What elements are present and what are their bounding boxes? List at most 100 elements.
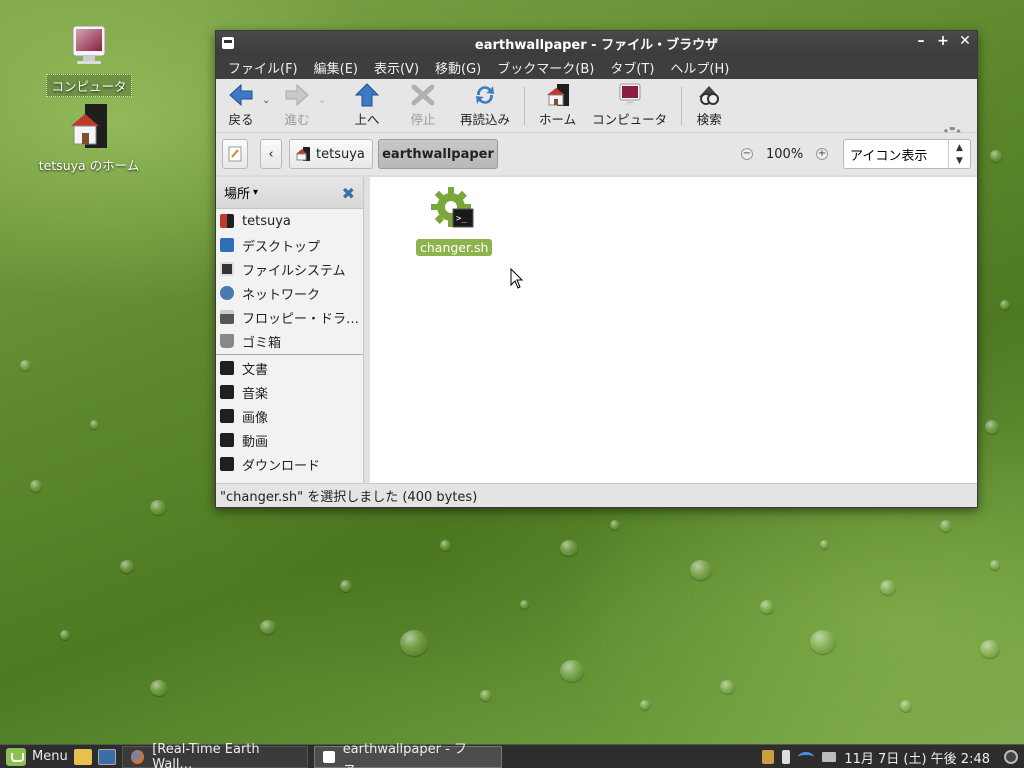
- sidebar-item-documents[interactable]: 文書: [216, 356, 363, 380]
- menu-bar: ファイル(F) 編集(E) 表示(V) 移動(G) ブックマーク(B) タブ(T…: [216, 55, 977, 79]
- task-label: [Real-Time Earth Wall…: [152, 741, 260, 768]
- mouse-pointer-icon: [510, 268, 524, 289]
- sidebar-item-label: tetsuya: [242, 213, 291, 229]
- network-icon: [220, 286, 234, 300]
- sidebar-item-downloads[interactable]: ダウンロード: [216, 452, 363, 476]
- menu-label: Menu: [32, 749, 68, 764]
- task-firefox[interactable]: [Real-Time Earth Wall…: [121, 742, 308, 768]
- desktop-icon-label: tetsuya のホーム: [38, 158, 140, 173]
- svg-text:>_: >_: [456, 214, 467, 224]
- zoom-in-button[interactable]: +: [816, 148, 828, 160]
- forward-history-dropdown[interactable]: ⌄: [318, 95, 332, 106]
- zoom-out-button[interactable]: −: [741, 148, 753, 160]
- sidebar-item-trash[interactable]: ゴミ箱: [216, 329, 363, 353]
- path-button-tetsuya[interactable]: tetsuya: [289, 139, 373, 169]
- sidebar-item-label: ダウンロード: [242, 458, 321, 474]
- search-button[interactable]: 検索: [688, 81, 730, 131]
- script-gear-icon: >_: [431, 187, 474, 228]
- sidebar-item-label: ネットワーク: [242, 287, 321, 303]
- desktop-icon-home[interactable]: tetsuya のホーム: [34, 102, 144, 175]
- menu-bookmarks[interactable]: ブックマーク(B): [489, 58, 602, 77]
- menu-go[interactable]: 移動(G): [427, 58, 489, 77]
- reload-button[interactable]: 再読込み: [452, 81, 518, 131]
- home-folder-icon: [71, 104, 107, 148]
- sidebar-header[interactable]: 場所 ▾ ✖: [216, 177, 363, 209]
- home-icon: [220, 214, 234, 228]
- computer-button[interactable]: コンピュータ: [584, 81, 675, 131]
- toolbar-separator: [681, 86, 683, 125]
- path-scroll-left-button[interactable]: ‹: [260, 139, 282, 169]
- computer-icon: [72, 25, 106, 64]
- file-manager-icon: [322, 750, 335, 763]
- sidebar-item-videos[interactable]: 動画: [216, 428, 363, 452]
- removable-drive-icon[interactable]: [782, 750, 791, 764]
- folder-icon: [220, 385, 234, 399]
- close-button[interactable]: ✕: [959, 33, 971, 49]
- toggle-location-entry-button[interactable]: [222, 139, 248, 169]
- clock[interactable]: 11月 7日 (土) 午後 2:48: [844, 748, 990, 767]
- file-view[interactable]: >_ changer.sh: [370, 177, 977, 485]
- file-name: changer.sh: [416, 239, 493, 256]
- lock-icon[interactable]: [762, 750, 775, 764]
- desktop-icon-computer[interactable]: コンピュータ: [34, 22, 144, 97]
- up-button[interactable]: 上へ: [346, 81, 388, 131]
- stop-button[interactable]: 停止: [402, 81, 444, 131]
- stop-label: 停止: [410, 112, 436, 127]
- task-file-manager[interactable]: earthwallpaper - ファ…: [313, 742, 502, 768]
- folder-icon: [220, 457, 234, 471]
- desktop-icon: [220, 238, 234, 252]
- minimize-button[interactable]: –: [915, 33, 927, 49]
- back-history-dropdown[interactable]: ⌄: [262, 95, 276, 106]
- home-icon: [296, 147, 310, 161]
- menu-view[interactable]: 表示(V): [366, 58, 427, 77]
- close-sidebar-icon[interactable]: ✖: [342, 184, 355, 203]
- user-icon[interactable]: [1004, 750, 1018, 764]
- home-button[interactable]: ホーム: [531, 81, 584, 131]
- start-menu-button[interactable]: Menu: [0, 745, 68, 768]
- sidebar-item-desktop[interactable]: デスクトップ: [216, 233, 363, 257]
- sidebar-item-label: 文書: [242, 362, 269, 378]
- folder-icon: [220, 409, 234, 423]
- path-label: earthwallpaper: [382, 146, 494, 162]
- forward-button[interactable]: 進む: [276, 81, 318, 131]
- task-label: earthwallpaper - ファ…: [342, 741, 467, 768]
- title-bar[interactable]: earthwallpaper - ファイル・ブラウザ – + ✕: [216, 31, 977, 55]
- desktop-icon-label: コンピュータ: [46, 74, 132, 97]
- mint-logo-icon: [6, 747, 26, 766]
- sidebar-item-label: 音楽: [242, 386, 269, 402]
- folder-icon: [220, 433, 234, 447]
- sidebar-item-home[interactable]: tetsuya: [216, 209, 363, 233]
- keyboard-icon[interactable]: [822, 752, 837, 762]
- window-menu-icon[interactable]: [222, 37, 234, 49]
- arrow-up-icon: [354, 83, 380, 107]
- harddisk-icon: [220, 262, 234, 276]
- menu-help[interactable]: ヘルプ(H): [662, 58, 737, 77]
- sidebar-item-filesystem[interactable]: ファイルシステム: [216, 257, 363, 281]
- view-mode-select[interactable]: アイコン表示 ▲ ▼: [843, 139, 971, 169]
- menu-file[interactable]: ファイル(F): [220, 58, 306, 77]
- menu-edit[interactable]: 編集(E): [306, 58, 366, 77]
- show-desktop-icon[interactable]: [97, 748, 116, 765]
- firefox-icon: [130, 749, 145, 764]
- sidebar-item-label: ファイルシステム: [242, 263, 346, 279]
- sidebar-item-floppy[interactable]: フロッピー・ドラ…: [216, 305, 363, 329]
- search-icon: [699, 86, 720, 105]
- sidebar-item-music[interactable]: 音楽: [216, 380, 363, 404]
- wifi-icon[interactable]: [798, 752, 815, 762]
- edit-icon: [228, 146, 242, 162]
- files-launcher-icon[interactable]: [73, 748, 92, 765]
- sidebar-item-pictures[interactable]: 画像: [216, 404, 363, 428]
- menu-tabs[interactable]: タブ(T): [602, 58, 662, 77]
- file-item[interactable]: >_ changer.sh: [416, 185, 493, 256]
- maximize-button[interactable]: +: [937, 33, 949, 49]
- floppy-icon: [220, 310, 234, 324]
- sidebar-item-network[interactable]: ネットワーク: [216, 281, 363, 305]
- path-button-earthwallpaper[interactable]: earthwallpaper: [378, 139, 498, 169]
- back-button[interactable]: 戻る: [220, 81, 262, 131]
- location-bar: ‹ tetsuya earthwallpaper − 100% + アイコン表示…: [216, 133, 977, 175]
- arrow-left-icon: [229, 83, 253, 107]
- home-icon: [546, 84, 569, 106]
- search-label: 検索: [696, 112, 722, 127]
- toolbar: 戻る ⌄ 進む ⌄ 上へ 停止 再読込み ホーム コンピュータ 検索: [216, 79, 977, 133]
- sidebar: 場所 ▾ ✖ tetsuya デスクトップ ファイルシステム ネットワーク フロ…: [216, 177, 364, 485]
